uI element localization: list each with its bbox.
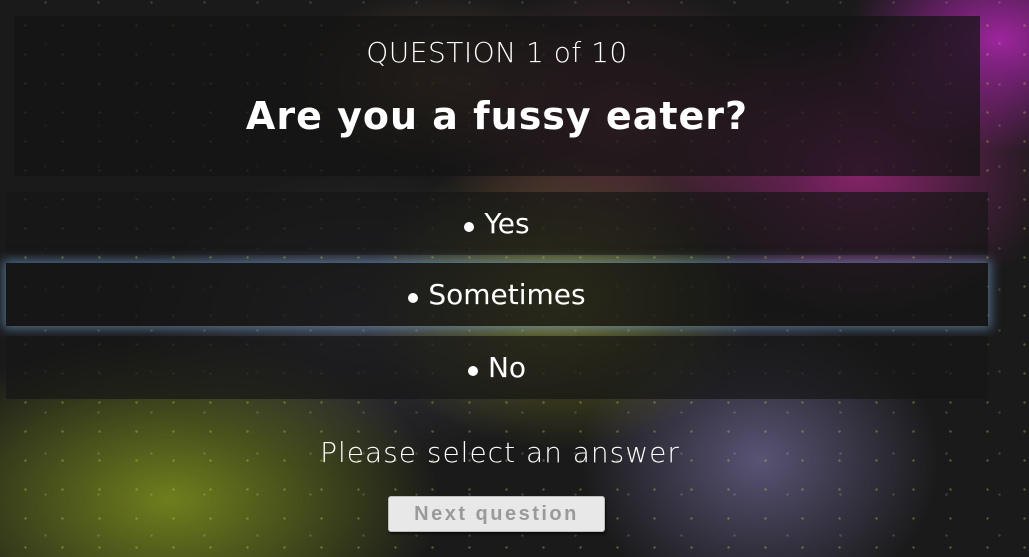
answer-label: No — [487, 351, 527, 384]
answer-option-sometimes[interactable]: Sometimes — [6, 263, 988, 326]
question-header: QUESTION 1 of 10 Are you a fussy eater? — [14, 16, 980, 176]
answer-label: Sometimes — [428, 278, 586, 311]
answer-option-yes[interactable]: Yes — [6, 192, 988, 255]
bullet-icon — [464, 221, 475, 232]
bullet-icon — [467, 365, 478, 376]
select-answer-prompt: Please select an answer — [320, 436, 680, 469]
answer-label: Yes — [484, 207, 530, 240]
answer-option-no[interactable]: No — [6, 336, 988, 399]
next-question-button[interactable]: Next question — [388, 496, 605, 532]
bullet-icon — [408, 292, 419, 303]
question-counter: QUESTION 1 of 10 — [366, 36, 628, 69]
question-text: Are you a fussy eater? — [245, 94, 749, 138]
